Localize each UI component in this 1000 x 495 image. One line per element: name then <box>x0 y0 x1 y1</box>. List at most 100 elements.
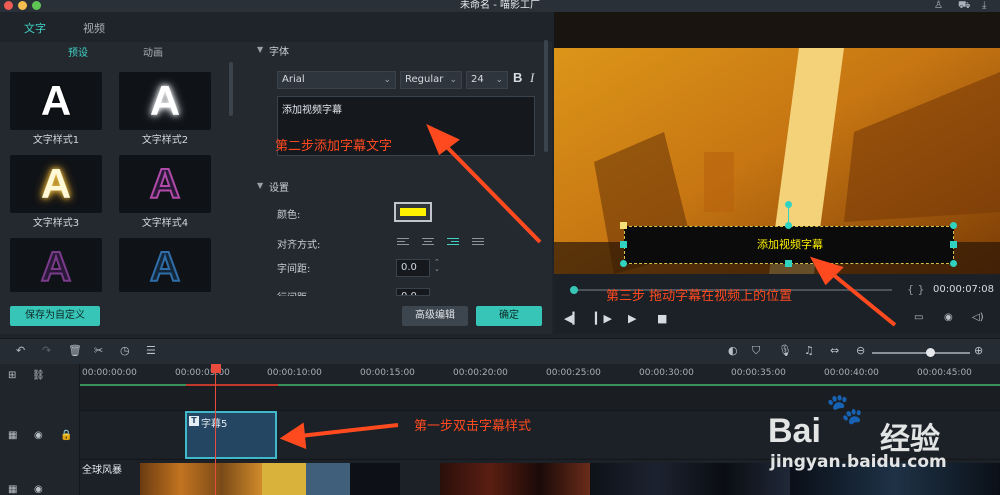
resize-handle[interactable] <box>620 241 627 248</box>
annotation-step-2: 第二步添加字幕文字 <box>275 139 393 154</box>
align-justify-icon[interactable] <box>472 238 484 247</box>
tab-video[interactable]: 视频 <box>83 20 105 36</box>
panel-tabs: 文字 视频 <box>0 12 552 42</box>
settings-scrollbar[interactable] <box>544 40 548 152</box>
audio-mixer-icon[interactable]: ♫ <box>804 344 814 357</box>
speed-icon[interactable]: ◷ <box>120 344 130 357</box>
subtitle-overlay[interactable]: 添加视频字幕 <box>624 226 954 264</box>
font-section-title: 字体 <box>269 47 289 58</box>
text-style-4-label: 文字样式4 <box>141 218 189 229</box>
styles-scrollbar[interactable] <box>229 62 233 116</box>
resize-handle[interactable] <box>950 260 957 267</box>
snapshot-icon[interactable]: ◉ <box>944 312 953 323</box>
italic-button[interactable]: I <box>530 70 534 86</box>
resize-handle[interactable] <box>620 222 627 229</box>
video-clip[interactable] <box>262 463 306 495</box>
marker-icon[interactable]: ⛉ <box>752 344 760 358</box>
video-clip-label: 全球风暴 <box>82 465 122 476</box>
delete-icon[interactable]: 🗑 <box>68 344 82 357</box>
text-style-3-thumb[interactable]: A <box>10 155 102 213</box>
undo-icon[interactable]: ↶ <box>16 344 25 357</box>
subtitle-clip[interactable]: T 字幕5 <box>185 411 277 459</box>
zoom-out-icon[interactable]: ⊖ <box>856 344 865 357</box>
fit-icon[interactable]: ⇔ <box>830 344 839 357</box>
align-left-icon[interactable] <box>397 238 409 247</box>
video-clip[interactable] <box>590 463 790 495</box>
text-style-6-thumb[interactable]: A <box>119 238 211 292</box>
color-swatch-fill <box>400 208 426 216</box>
resize-handle[interactable] <box>785 260 792 267</box>
resize-handle[interactable] <box>950 241 957 248</box>
render-icon[interactable]: ◐ <box>728 344 738 357</box>
chevron-down-icon: ⌄ <box>495 75 503 85</box>
text-style-2-thumb[interactable]: A <box>119 72 211 130</box>
playback-scrubber[interactable] <box>570 286 578 294</box>
align-center-icon[interactable] <box>422 238 434 247</box>
color-picker[interactable] <box>394 202 432 222</box>
track-lock-icon[interactable]: 🔒 <box>60 430 72 441</box>
download-icon[interactable]: ⤓ <box>982 0 986 12</box>
text-style-5-thumb[interactable]: A <box>10 238 102 292</box>
render-status-bar-unrendered <box>186 384 278 386</box>
resize-handle[interactable] <box>620 260 627 267</box>
text-style-4-thumb[interactable]: A <box>119 155 211 213</box>
ruler-tick: 00:00:25:00 <box>546 368 601 378</box>
video-clip[interactable] <box>306 463 350 495</box>
font-family-select[interactable]: Arial ⌄ <box>277 71 396 89</box>
align-label: 对齐方式: <box>277 240 321 251</box>
zoom-slider-knob[interactable] <box>926 348 935 357</box>
font-weight-select[interactable]: Regular ⌄ <box>400 71 462 89</box>
add-track-icon[interactable]: ⊞ <box>8 370 16 381</box>
subtab-presets[interactable]: 预设 <box>68 44 88 59</box>
align-right-icon[interactable] <box>447 238 459 247</box>
user-icon[interactable]: ♙ <box>934 0 943 12</box>
play-icon[interactable]: ▶ <box>628 312 636 325</box>
letter-spacing-input[interactable]: 0.0 <box>396 259 430 277</box>
track-film-icon: ▦ <box>8 484 18 495</box>
ruler-tick: 00:00:30:00 <box>639 368 694 378</box>
font-family-value: Arial <box>282 74 305 85</box>
font-section-caret-icon[interactable]: ▼ <box>257 45 263 54</box>
prev-frame-icon[interactable]: ◀▎ <box>564 312 581 325</box>
line-spacing-input[interactable]: 0.0 <box>396 288 430 296</box>
video-clip[interactable] <box>440 463 590 495</box>
confirm-button[interactable]: 确定 <box>476 306 542 326</box>
display-settings-icon[interactable]: ▭ <box>914 312 923 323</box>
next-frame-icon[interactable]: ▎▶ <box>595 312 612 325</box>
title-bar: 未命名 - 喵影工厂 ♙ ⛟ ⤓ <box>0 0 1000 12</box>
letter-spacing-label: 字间距: <box>277 264 311 275</box>
text-style-1-thumb[interactable]: A <box>10 72 102 130</box>
advanced-edit-button[interactable]: 高级编辑 <box>402 306 468 326</box>
save-as-custom-button[interactable]: 保存为自定义 <box>10 306 100 326</box>
resize-handle[interactable] <box>950 222 957 229</box>
in-out-brackets[interactable]: { } <box>907 283 925 296</box>
playhead-line[interactable] <box>215 373 216 495</box>
redo-icon[interactable]: ↷ <box>42 344 51 357</box>
track-visibility-icon[interactable]: ◉ <box>34 484 43 495</box>
subtab-animation[interactable]: 动画 <box>143 44 163 59</box>
playhead-handle[interactable] <box>211 364 221 373</box>
bold-button[interactable]: B <box>513 70 522 85</box>
cart-icon[interactable]: ⛟ <box>958 0 971 12</box>
font-size-select[interactable]: 24 ⌄ <box>466 71 508 89</box>
line-spacing-label: 行间距: <box>277 289 310 296</box>
zoom-slider[interactable] <box>872 352 970 354</box>
mic-icon[interactable]: 🎙 <box>778 344 792 357</box>
settings-section-caret-icon[interactable]: ▼ <box>257 181 263 190</box>
cut-icon[interactable]: ✂ <box>94 344 103 357</box>
letter-spacing-stepper[interactable]: ⌃ ⌄ <box>434 259 440 273</box>
stop-icon[interactable]: ■ <box>657 312 667 325</box>
annotation-step-3: 第三步 拖动字幕在视频上的位置 <box>606 289 793 304</box>
video-clip[interactable] <box>350 463 400 495</box>
volume-icon[interactable]: ◁) <box>972 312 984 323</box>
track-visibility-icon[interactable]: ◉ <box>34 430 43 441</box>
video-clip[interactable] <box>140 463 262 495</box>
resize-handle[interactable] <box>785 222 792 229</box>
color-label: 颜色: <box>277 210 301 221</box>
tab-text[interactable]: 文字 <box>24 20 46 36</box>
text-style-3-label: 文字样式3 <box>32 218 80 229</box>
link-icon[interactable]: ⛓ <box>32 370 45 381</box>
adjust-icon[interactable]: ☰ <box>146 344 156 357</box>
ruler-tick: 00:00:20:00 <box>453 368 508 378</box>
zoom-in-icon[interactable]: ⊕ <box>974 344 983 357</box>
